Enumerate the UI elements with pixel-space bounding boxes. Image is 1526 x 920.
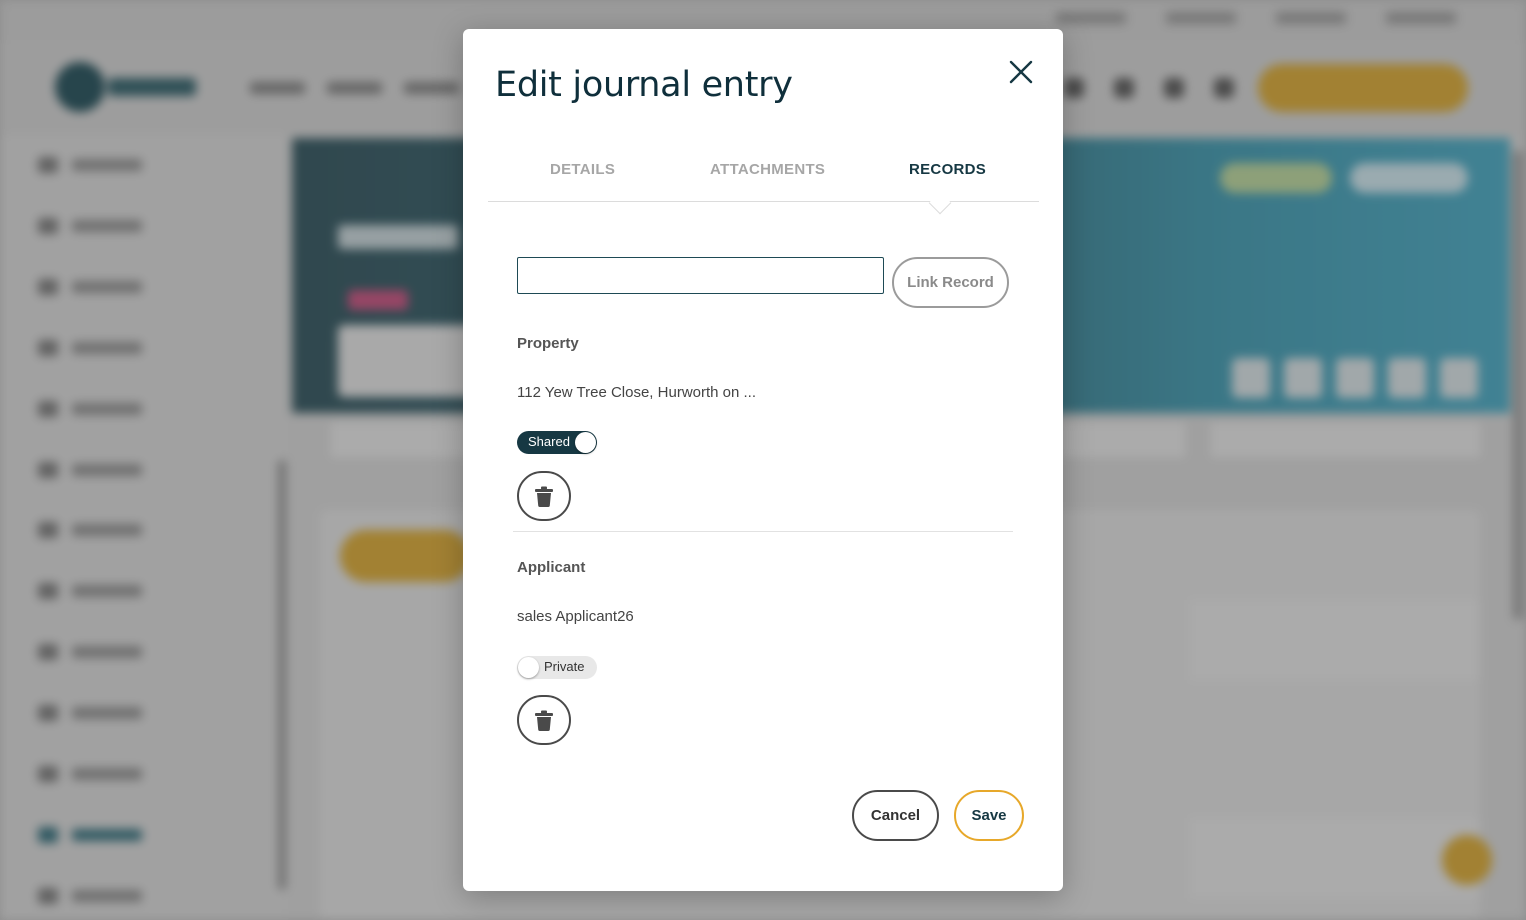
tab-records[interactable]: RECORDS xyxy=(909,161,986,178)
trash-icon xyxy=(535,486,553,507)
modal-title: Edit journal entry xyxy=(495,65,793,105)
edit-journal-entry-modal: Edit journal entry DETAILS ATTACHMENTS R… xyxy=(463,29,1063,891)
record-search-input[interactable] xyxy=(517,257,884,294)
record-divider xyxy=(513,531,1013,532)
shared-toggle[interactable]: Shared xyxy=(517,431,597,454)
close-icon xyxy=(1009,60,1033,84)
private-toggle[interactable]: Private xyxy=(517,656,597,679)
delete-record-button[interactable] xyxy=(517,695,571,745)
tab-bar: DETAILS ATTACHMENTS RECORDS xyxy=(488,149,1039,215)
record-value: sales Applicant26 xyxy=(517,608,634,625)
tab-details[interactable]: DETAILS xyxy=(550,161,615,178)
save-button[interactable]: Save xyxy=(954,790,1024,841)
toggle-knob xyxy=(575,432,596,453)
active-tab-indicator xyxy=(928,191,952,215)
record-value: 112 Yew Tree Close, Hurworth on ... xyxy=(517,384,757,401)
toggle-label: Private xyxy=(544,659,585,674)
trash-icon xyxy=(535,710,553,731)
cancel-button[interactable]: Cancel xyxy=(852,790,939,841)
toggle-label: Shared xyxy=(528,434,570,449)
record-type-label: Applicant xyxy=(517,559,586,576)
delete-record-button[interactable] xyxy=(517,471,571,521)
toggle-knob xyxy=(518,657,539,678)
record-type-label: Property xyxy=(517,335,579,352)
link-record-button[interactable]: Link Record xyxy=(892,257,1009,308)
close-button[interactable] xyxy=(1003,54,1039,90)
tab-attachments[interactable]: ATTACHMENTS xyxy=(710,161,825,178)
